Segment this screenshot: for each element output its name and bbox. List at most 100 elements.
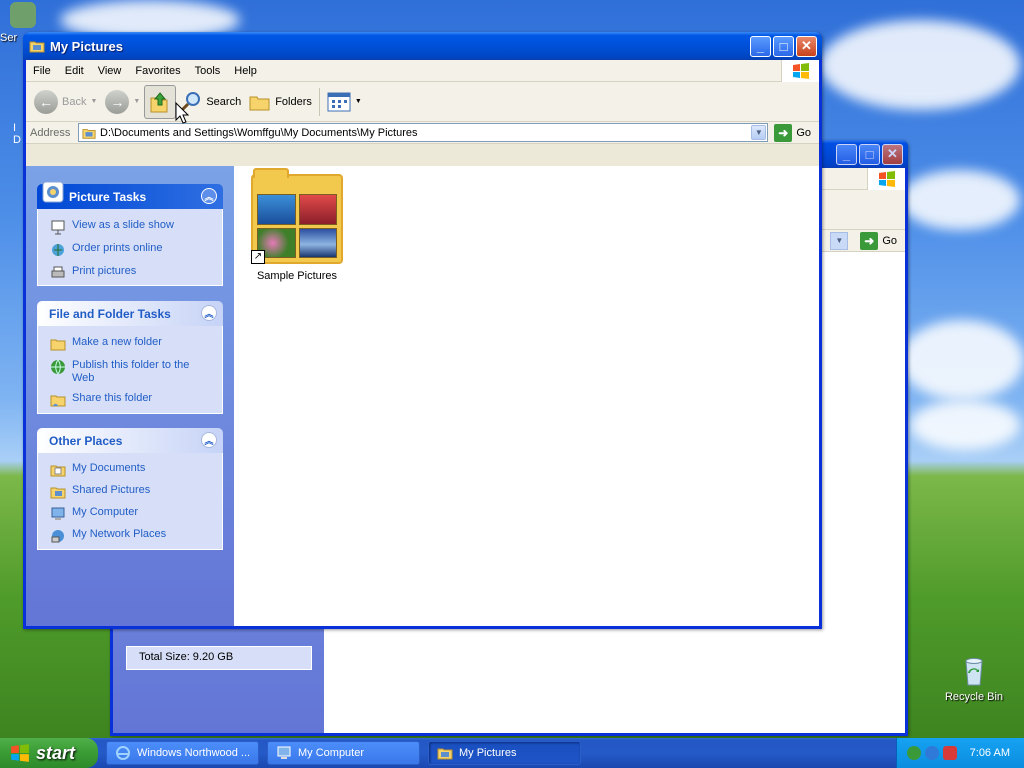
peek-letter: D bbox=[13, 134, 21, 146]
desktop-icon-recycle-bin[interactable]: Recycle Bin bbox=[937, 655, 1011, 703]
link-label: Publish this folder to the Web bbox=[72, 359, 190, 384]
menu-help[interactable]: Help bbox=[227, 65, 264, 77]
shortcut-arrow-icon: ↗ bbox=[251, 250, 265, 264]
picture-tasks-icon bbox=[42, 181, 64, 203]
task-label: My Computer bbox=[298, 747, 365, 759]
shared-pictures-icon bbox=[50, 487, 66, 499]
folder-tab bbox=[253, 168, 289, 178]
task-link-print-pictures[interactable]: Print pictures bbox=[50, 265, 212, 281]
panel-header[interactable]: File and Folder Tasks ︽ bbox=[37, 301, 223, 326]
panel-title: Picture Tasks bbox=[69, 189, 147, 204]
desktop-icon-label: Recycle Bin bbox=[944, 691, 1004, 703]
windows-flag-icon bbox=[781, 60, 819, 82]
close-icon[interactable]: ✕ bbox=[882, 143, 903, 165]
place-link-my-documents[interactable]: My Documents bbox=[50, 462, 212, 478]
security-shield-icon[interactable] bbox=[943, 746, 957, 760]
start-button[interactable]: start bbox=[0, 738, 98, 768]
taskbar-button-my-computer[interactable]: My Computer bbox=[267, 741, 420, 765]
menu-edit[interactable]: Edit bbox=[58, 65, 91, 77]
link-label: Print pictures bbox=[72, 265, 137, 277]
slideshow-icon bbox=[51, 220, 65, 235]
cloud bbox=[900, 170, 1020, 230]
maximize-button[interactable]: □ bbox=[773, 35, 794, 57]
task-link-share-folder[interactable]: Share this folder bbox=[50, 392, 212, 408]
chevron-down-icon[interactable]: ▼ bbox=[133, 98, 140, 105]
collapse-chevron-icon[interactable]: ︽ bbox=[201, 188, 217, 204]
close-button[interactable]: ✕ bbox=[796, 35, 817, 57]
go-arrow-icon: ➜ bbox=[860, 231, 879, 250]
forward-button[interactable]: → ▼ bbox=[101, 85, 144, 119]
panel-title: File and Folder Tasks bbox=[49, 306, 171, 321]
address-dropdown-icon[interactable]: ▼ bbox=[751, 125, 767, 140]
up-folder-icon bbox=[150, 91, 168, 112]
folders-label: Folders bbox=[275, 95, 312, 108]
background-go-button[interactable]: ➜ Go bbox=[854, 231, 905, 250]
taskbar-button-windows-northwood[interactable]: Windows Northwood ... bbox=[106, 741, 259, 765]
task-link-order-prints[interactable]: Order prints online bbox=[50, 242, 212, 258]
go-arrow-icon: ➜ bbox=[774, 123, 793, 142]
menu-tools[interactable]: Tools bbox=[188, 65, 228, 77]
network-places-icon bbox=[51, 530, 64, 543]
go-button[interactable]: ➜ Go bbox=[768, 123, 819, 142]
link-label: Make a new folder bbox=[72, 336, 162, 348]
task-link-slideshow[interactable]: View as a slide show bbox=[50, 219, 212, 235]
menu-favorites[interactable]: Favorites bbox=[128, 65, 187, 77]
back-arrow-icon: ← bbox=[34, 89, 58, 114]
menu-view[interactable]: View bbox=[91, 65, 129, 77]
up-folder-button[interactable] bbox=[144, 84, 177, 119]
my-pictures-window[interactable]: My Pictures _ □ ✕ File Edit View Favorit… bbox=[23, 32, 822, 629]
address-field[interactable]: D:\Documents and Settings\Womffgu\My Doc… bbox=[78, 123, 769, 142]
window-titlebar[interactable]: My Pictures _ □ ✕ bbox=[23, 32, 822, 60]
link-label: My Network Places bbox=[72, 528, 167, 540]
panel-header[interactable]: Picture Tasks ︽ bbox=[37, 181, 223, 209]
collapse-chevron-icon[interactable]: ︽ bbox=[201, 432, 217, 448]
my-computer-icon bbox=[277, 746, 291, 759]
menu-file[interactable]: File bbox=[26, 65, 58, 77]
thumbnail bbox=[298, 194, 337, 225]
minimize-icon[interactable]: _ bbox=[836, 143, 857, 165]
desktop-icon-label: Ser bbox=[0, 32, 18, 44]
views-icon bbox=[327, 92, 351, 111]
address-path: D:\Documents and Settings\Womffgu\My Doc… bbox=[100, 126, 418, 139]
chevron-down-icon[interactable]: ▼ bbox=[90, 98, 97, 105]
chevron-down-icon[interactable]: ▼ bbox=[355, 98, 362, 105]
content-area: Picture Tasks ︽ View as a slide show Ord… bbox=[26, 166, 819, 626]
task-label: My Pictures bbox=[459, 747, 517, 759]
globe-icon bbox=[51, 359, 65, 375]
folders-button[interactable]: Folders bbox=[245, 85, 316, 119]
folder-item-sample-pictures[interactable]: ↗ Sample Pictures bbox=[250, 168, 344, 282]
network-icon[interactable] bbox=[907, 746, 921, 760]
maximize-icon[interactable]: □ bbox=[859, 143, 880, 165]
cloud bbox=[820, 20, 1020, 110]
toolbar: ← Back ▼ → ▼ Search Folders ▼ bbox=[26, 82, 819, 122]
taskbar-button-my-pictures[interactable]: My Pictures bbox=[428, 741, 581, 765]
task-label: Windows Northwood ... bbox=[137, 747, 251, 759]
dropdown-arrow-icon[interactable]: ▼ bbox=[830, 231, 849, 250]
task-link-publish-web[interactable]: Publish this folder to the Web bbox=[50, 359, 212, 385]
place-link-shared-pictures[interactable]: Shared Pictures bbox=[50, 484, 212, 500]
peek-letter: I bbox=[13, 122, 17, 134]
file-folder-tasks-panel: File and Folder Tasks ︽ Make a new folde… bbox=[37, 301, 223, 414]
go-label: Go bbox=[882, 234, 897, 247]
place-link-network-places[interactable]: My Network Places bbox=[50, 528, 212, 544]
share-folder-icon bbox=[50, 395, 66, 407]
cloud bbox=[900, 320, 1024, 400]
mouse-cursor-icon bbox=[175, 102, 189, 124]
start-label: start bbox=[36, 742, 76, 763]
views-button[interactable]: ▼ bbox=[323, 85, 366, 119]
link-label: Shared Pictures bbox=[72, 484, 151, 496]
new-folder-icon bbox=[50, 339, 66, 351]
link-label: My Documents bbox=[72, 462, 146, 474]
link-label: Order prints online bbox=[72, 242, 163, 254]
minimize-button[interactable]: _ bbox=[750, 35, 771, 57]
collapse-chevron-icon[interactable]: ︽ bbox=[201, 305, 217, 321]
toolbar-separator bbox=[318, 87, 320, 116]
system-tray: 7:06 AM bbox=[896, 738, 1024, 768]
panel-header[interactable]: Other Places ︽ bbox=[37, 428, 223, 453]
update-icon[interactable] bbox=[925, 746, 939, 760]
file-list: ↗ Sample Pictures bbox=[234, 166, 819, 626]
place-link-my-computer[interactable]: My Computer bbox=[50, 506, 212, 522]
task-link-new-folder[interactable]: Make a new folder bbox=[50, 336, 212, 352]
back-button[interactable]: ← Back ▼ bbox=[30, 85, 101, 119]
total-size-text: Total Size: 9.20 GB bbox=[139, 651, 234, 663]
